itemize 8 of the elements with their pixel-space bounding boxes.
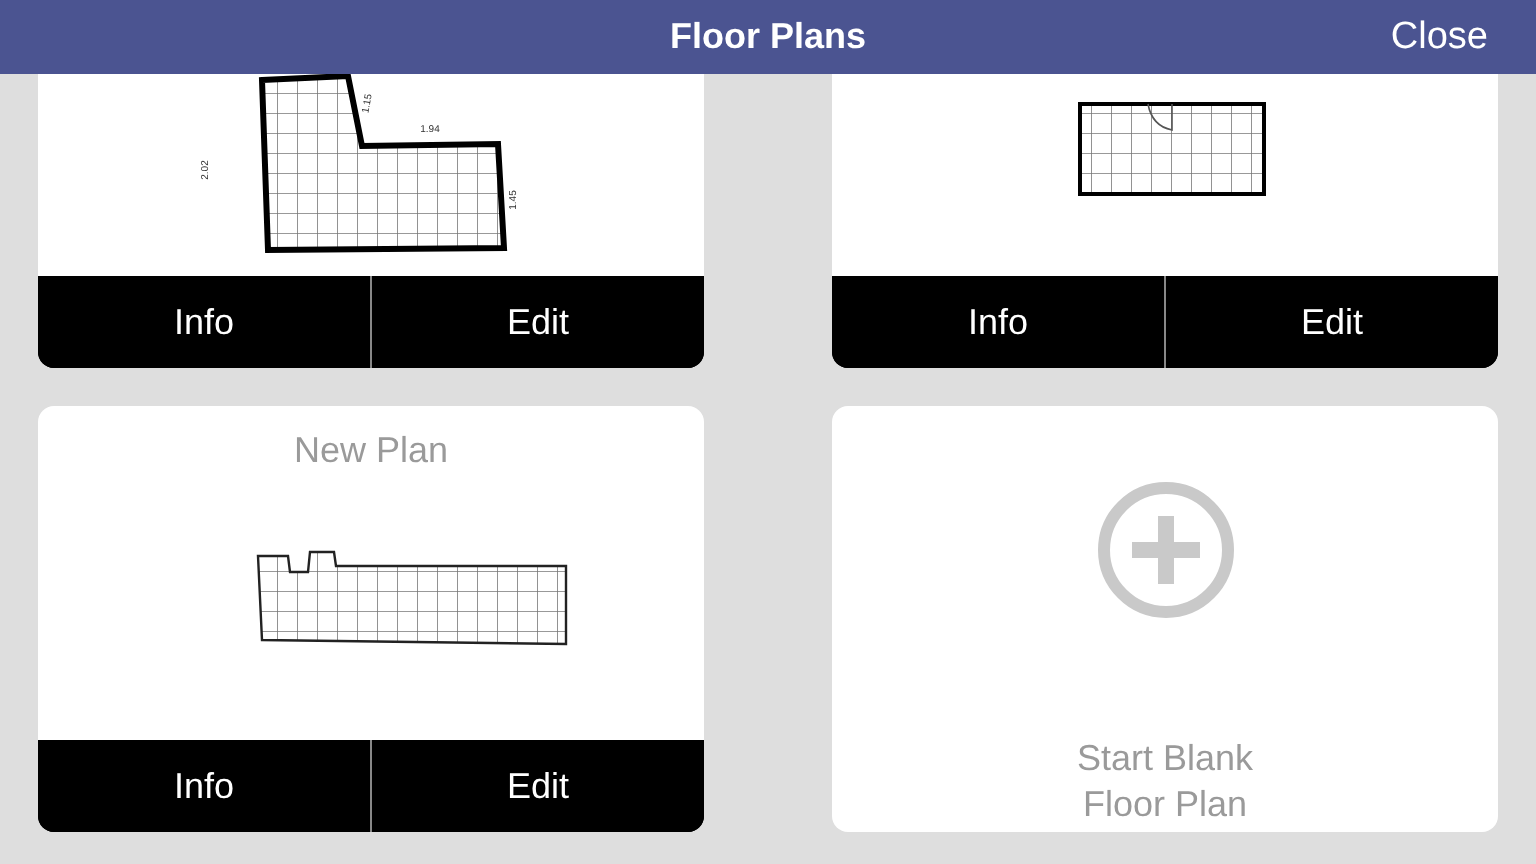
window-title: Floor Plans [669, 16, 866, 58]
card-button[interactable]: Edit [370, 276, 704, 368]
plan-name: New Plan [293, 428, 449, 472]
card-button[interactable]: Edit [370, 740, 704, 832]
card-button[interactable]: Edit [1164, 276, 1498, 368]
add-icon [1095, 480, 1235, 620]
close-button[interactable]: Close [1386, 12, 1492, 64]
start-blank-label: Start Blank Floor Plan [1076, 736, 1254, 828]
